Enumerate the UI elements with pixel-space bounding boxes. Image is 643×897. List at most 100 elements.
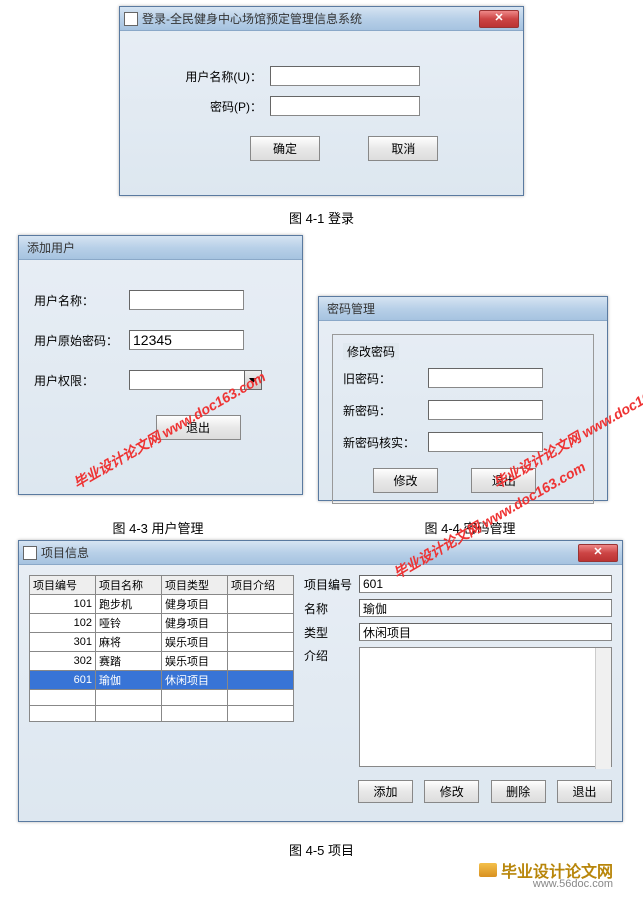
cell-type: 休闲项目 (162, 671, 228, 690)
pwd-caption: 图 4-4 密码管理 (330, 518, 610, 537)
oldpwd-label: 旧密码： (343, 370, 428, 387)
add-user-title: 添加用户 (23, 239, 298, 256)
cell-name: 瑜伽 (96, 671, 162, 690)
privilege-label: 用户权限： (34, 372, 129, 389)
col-desc: 项目介绍 (228, 576, 294, 595)
project-table[interactable]: 项目编号 项目名称 项目类型 项目介绍 101跑步机健身项目102哑铃健身项目3… (29, 575, 294, 722)
add-username-label: 用户名称： (34, 292, 129, 309)
col-type: 项目类型 (162, 576, 228, 595)
cell-empty (162, 706, 228, 722)
add-user-exit-button[interactable]: 退出 (156, 415, 241, 440)
pwd-exit-button[interactable]: 退出 (471, 468, 536, 493)
add-user-titlebar: 添加用户 (19, 236, 302, 260)
cell-desc (228, 633, 294, 652)
project-modify-button[interactable]: 修改 (424, 780, 479, 803)
cell-empty (228, 690, 294, 706)
project-window: 项目信息 ✕ 项目编号 项目名称 项目类型 项目介绍 101跑步机健身项目102… (18, 540, 623, 822)
form-id-input[interactable] (359, 575, 612, 593)
footer-url: www.56doc.com (533, 878, 613, 890)
cell-empty (96, 706, 162, 722)
form-desc-textarea[interactable] (359, 647, 612, 767)
table-row[interactable] (30, 706, 294, 722)
project-add-button[interactable]: 添加 (358, 780, 413, 803)
cell-desc (228, 614, 294, 633)
cell-empty (30, 690, 96, 706)
cell-name: 哑铃 (96, 614, 162, 633)
project-titlebar: 项目信息 ✕ (19, 541, 622, 565)
cell-id: 601 (30, 671, 96, 690)
form-name-label: 名称 (304, 600, 359, 617)
close-icon[interactable]: ✕ (479, 10, 519, 28)
init-pwd-input[interactable] (129, 330, 244, 350)
project-title: 项目信息 (41, 544, 578, 561)
app-icon (124, 12, 138, 26)
table-row[interactable]: 101跑步机健身项目 (30, 595, 294, 614)
add-user-window: 添加用户 用户名称： 用户原始密码： 用户权限： 退出 (18, 235, 303, 495)
cell-desc (228, 671, 294, 690)
oldpwd-input[interactable] (428, 368, 543, 388)
pwd-title: 密码管理 (323, 300, 603, 317)
cell-id: 302 (30, 652, 96, 671)
project-caption: 图 4-5 项目 (0, 840, 643, 859)
add-user-caption: 图 4-3 用户管理 (18, 518, 298, 537)
cell-empty (162, 690, 228, 706)
col-name: 项目名称 (96, 576, 162, 595)
cell-empty (96, 690, 162, 706)
cell-id: 301 (30, 633, 96, 652)
form-type-label: 类型 (304, 624, 359, 641)
chevron-down-icon[interactable] (244, 370, 262, 390)
privilege-input[interactable] (129, 370, 244, 390)
form-name-input[interactable] (359, 599, 612, 617)
login-title: 登录-全民健身中心场馆预定管理信息系统 (142, 10, 479, 27)
add-username-input[interactable] (129, 290, 244, 310)
login-caption: 图 4-1 登录 (0, 208, 643, 227)
cell-type: 娱乐项目 (162, 652, 228, 671)
cell-desc (228, 595, 294, 614)
cell-id: 101 (30, 595, 96, 614)
table-header-row: 项目编号 项目名称 项目类型 项目介绍 (30, 576, 294, 595)
cell-empty (228, 706, 294, 722)
col-id: 项目编号 (30, 576, 96, 595)
table-row[interactable]: 302赛踏娱乐项目 (30, 652, 294, 671)
close-icon[interactable]: ✕ (578, 544, 618, 562)
confirm-pwd-label: 新密码核实： (343, 434, 428, 451)
scrollbar[interactable] (595, 648, 611, 769)
cell-type: 健身项目 (162, 595, 228, 614)
cell-desc (228, 652, 294, 671)
form-type-input[interactable] (359, 623, 612, 641)
table-row[interactable] (30, 690, 294, 706)
cell-type: 娱乐项目 (162, 633, 228, 652)
form-desc-label: 介绍 (304, 647, 359, 664)
modify-pwd-button[interactable]: 修改 (373, 468, 438, 493)
password-input[interactable] (270, 96, 420, 116)
table-row[interactable]: 301麻将娱乐项目 (30, 633, 294, 652)
cell-id: 102 (30, 614, 96, 633)
login-titlebar: 登录-全民健身中心场馆预定管理信息系统 ✕ (120, 7, 523, 31)
cell-name: 赛踏 (96, 652, 162, 671)
table-row[interactable]: 102哑铃健身项目 (30, 614, 294, 633)
project-delete-button[interactable]: 删除 (491, 780, 546, 803)
ok-button[interactable]: 确定 (250, 136, 320, 161)
form-id-label: 项目编号 (304, 576, 359, 593)
change-pwd-group-title: 修改密码 (343, 343, 399, 360)
table-row[interactable]: 601瑜伽休闲项目 (30, 671, 294, 690)
cell-name: 麻将 (96, 633, 162, 652)
change-pwd-group: 修改密码 旧密码： 新密码： 新密码核实： 修改 退出 (332, 334, 594, 504)
newpwd-input[interactable] (428, 400, 543, 420)
cell-name: 跑步机 (96, 595, 162, 614)
pwd-titlebar: 密码管理 (319, 297, 607, 321)
cell-empty (30, 706, 96, 722)
username-input[interactable] (270, 66, 420, 86)
login-window: 登录-全民健身中心场馆预定管理信息系统 ✕ 用户名称(U)： 密码(P)： 确定… (119, 6, 524, 196)
password-label: 密码(P)： (170, 98, 270, 115)
newpwd-label: 新密码： (343, 402, 428, 419)
cell-type: 健身项目 (162, 614, 228, 633)
app-icon (23, 546, 37, 560)
project-exit-button[interactable]: 退出 (557, 780, 612, 803)
privilege-combobox[interactable] (129, 370, 262, 390)
cancel-button[interactable]: 取消 (368, 136, 438, 161)
init-pwd-label: 用户原始密码： (34, 332, 129, 349)
username-label: 用户名称(U)： (170, 68, 270, 85)
confirm-pwd-input[interactable] (428, 432, 543, 452)
pwd-window: 密码管理 修改密码 旧密码： 新密码： 新密码核实： 修改 退出 (318, 296, 608, 501)
